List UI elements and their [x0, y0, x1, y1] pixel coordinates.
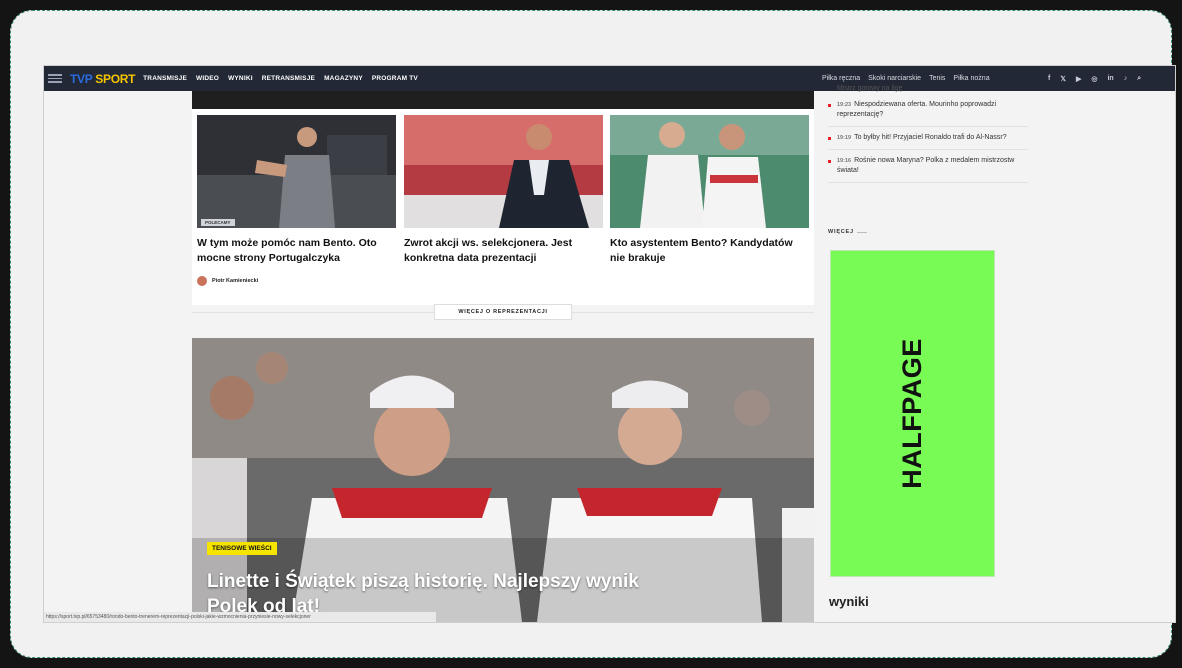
article-image[interactable]: [610, 115, 809, 228]
news-item-fragment[interactable]: Mistrz gotowy na ligę: [828, 84, 1028, 94]
logo-tvp: TVP: [70, 71, 93, 86]
twitter-icon[interactable]: 𝕏: [1060, 75, 1066, 83]
facebook-icon[interactable]: f: [1048, 75, 1050, 82]
nav-item-program-tv[interactable]: PROGRAM TV: [372, 75, 418, 82]
more-news-line: [856, 231, 867, 233]
logo-sport: SPORT: [95, 71, 136, 86]
tiktok-icon[interactable]: ♪: [1124, 75, 1128, 82]
article-card[interactable]: Zwrot akcji ws. selekcjonera. Jest konkr…: [404, 115, 603, 266]
latest-news-list: Mistrz gotowy na ligę 19:23 Niespodziewan…: [828, 84, 1028, 183]
article-title[interactable]: W tym może pomóc nam Bento. Oto mocne st…: [197, 236, 396, 266]
category-tag[interactable]: TENISOWE WIEŚCI: [207, 542, 277, 555]
browser-viewport: TVP SPORT TRANSMISJE WIDEO WYNIKI RETRAN…: [44, 66, 1175, 622]
news-time: 19:23: [837, 102, 852, 108]
article-cards: POLECAMY W tym może pomóc nam Bento. Oto…: [192, 109, 814, 305]
results-heading: wyniki: [829, 594, 869, 609]
nav-item-retransmisje[interactable]: RETRANSMISJE: [262, 75, 315, 82]
news-item[interactable]: 19:19 To byłby hit! Przyjaciel Ronaldo tr…: [828, 127, 1028, 150]
halfpage-ad[interactable]: HALFPAGE: [831, 251, 994, 576]
previous-article-image-edge: [192, 91, 814, 109]
menu-icon[interactable]: [48, 74, 62, 83]
more-news-label: WIĘCEJ: [828, 229, 854, 235]
social-links: f 𝕏 ▶ ◎ in ♪ ⌕: [1048, 66, 1141, 91]
nav-item-tenis[interactable]: Tenis: [929, 75, 945, 82]
recommended-badge: POLECAMY: [201, 219, 235, 226]
article-card[interactable]: Kto asystentem Bento? Kandydatów nie bra…: [610, 115, 809, 266]
news-item[interactable]: 19:16 Rośnie nowa Maryna? Polka z medalem…: [828, 150, 1028, 183]
article-image[interactable]: [404, 115, 603, 228]
news-title: Niespodziewana oferta. Mourinho poprowad…: [837, 101, 997, 118]
news-item[interactable]: 19:23 Niespodziewana oferta. Mourinho pop…: [828, 94, 1028, 127]
linkedin-icon[interactable]: in: [1107, 75, 1113, 82]
nav-item-pilka-reczna[interactable]: Piłka ręczna: [822, 75, 860, 82]
more-news-link[interactable]: WIĘCEJ: [828, 229, 867, 235]
nav-item-wideo[interactable]: WIDEO: [196, 75, 219, 82]
nav-item-pilka-nozna[interactable]: Piłka nożna: [953, 75, 989, 82]
youtube-icon[interactable]: ▶: [1076, 75, 1081, 83]
main-nav: TRANSMISJE WIDEO WYNIKI RETRANSMISJE MAG…: [143, 75, 418, 82]
nav-item-transmisje[interactable]: TRANSMISJE: [143, 75, 187, 82]
ad-label: HALFPAGE: [897, 338, 927, 489]
author-name: Piotr Kamieniecki: [212, 278, 259, 284]
more-national-team-button[interactable]: WIĘCEJ O REPREZENTACJI: [434, 304, 572, 320]
article-image[interactable]: POLECAMY: [197, 115, 396, 228]
nav-item-magazyny[interactable]: MAGAZYNY: [324, 75, 363, 82]
news-time: 19:19: [837, 135, 852, 141]
article-author[interactable]: Piotr Kamieniecki: [197, 276, 396, 286]
instagram-icon[interactable]: ◎: [1091, 75, 1097, 83]
search-icon[interactable]: ⌕: [1137, 75, 1141, 83]
nav-item-wyniki[interactable]: WYNIKI: [228, 75, 253, 82]
article-card[interactable]: POLECAMY W tym może pomóc nam Bento. Oto…: [197, 115, 396, 286]
author-avatar: [197, 276, 207, 286]
article-title[interactable]: Zwrot akcji ws. selekcjonera. Jest konkr…: [404, 236, 603, 266]
site-logo[interactable]: TVP SPORT: [70, 72, 135, 86]
news-title: Rośnie nowa Maryna? Polka z medalem mist…: [837, 157, 1015, 174]
nav-item-skoki-narciarskie[interactable]: Skoki narciarskie: [868, 75, 921, 82]
browser-status-url: https://sport.tvp.pl/65753480/rondo-bent…: [44, 612, 436, 622]
news-time: 19:16: [837, 158, 852, 164]
article-title[interactable]: Kto asystentem Bento? Kandydatów nie bra…: [610, 236, 809, 266]
news-title: To byłby hit! Przyjaciel Ronaldo trafi d…: [854, 134, 1007, 141]
